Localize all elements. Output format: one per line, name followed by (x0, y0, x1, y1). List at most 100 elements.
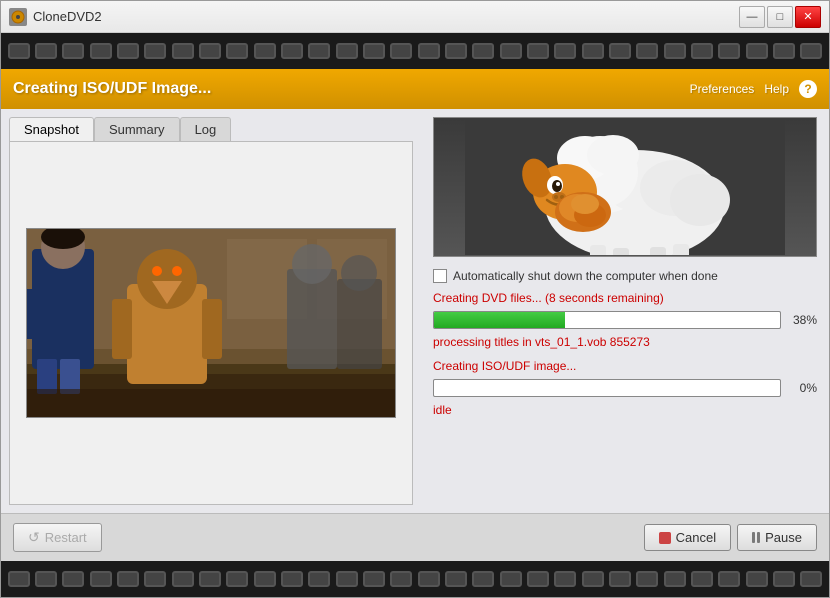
film-hole (609, 43, 631, 59)
film-hole (527, 571, 549, 587)
pause-label: Pause (765, 530, 802, 545)
task1-progress-row: 38% (433, 311, 817, 329)
film-hole (500, 571, 522, 587)
title-bar: CloneDVD2 — □ ✕ (1, 1, 829, 33)
film-hole (172, 43, 194, 59)
close-button[interactable]: ✕ (795, 6, 821, 28)
checkbox-row: Automatically shut down the computer whe… (433, 269, 817, 283)
scene-svg (27, 229, 396, 418)
pause-button[interactable]: Pause (737, 524, 817, 551)
film-strip-top (1, 33, 829, 69)
film-hole (144, 43, 166, 59)
tab-snapshot[interactable]: Snapshot (9, 117, 94, 141)
sheep-image-container (433, 117, 817, 257)
window-title: CloneDVD2 (33, 9, 102, 24)
film-hole (582, 571, 604, 587)
film-hole (144, 571, 166, 587)
film-hole (35, 43, 57, 59)
footer-right: Cancel Pause (644, 524, 817, 551)
right-panel: Automatically shut down the computer whe… (421, 109, 829, 513)
film-hole (8, 43, 30, 59)
film-hole (418, 571, 440, 587)
film-hole (363, 571, 385, 587)
help-link[interactable]: Help (764, 82, 789, 96)
minimize-button[interactable]: — (739, 6, 765, 28)
preferences-link[interactable]: Preferences (690, 82, 755, 96)
film-hole (199, 43, 221, 59)
task2-percent: 0% (787, 381, 817, 395)
film-hole (445, 571, 467, 587)
tab-log[interactable]: Log (180, 117, 232, 141)
film-hole (554, 571, 576, 587)
window-controls: — □ ✕ (739, 6, 821, 28)
maximize-button[interactable]: □ (767, 6, 793, 28)
film-hole (746, 571, 768, 587)
film-hole (226, 571, 248, 587)
film-hole (718, 571, 740, 587)
snapshot-image (26, 228, 396, 418)
shutdown-label: Automatically shut down the computer whe… (453, 269, 718, 283)
header-bar: Creating ISO/UDF Image... Preferences He… (1, 69, 829, 109)
film-hole (746, 43, 768, 59)
main-content: Snapshot Summary Log (1, 109, 829, 513)
task1-info: processing titles in vts_01_1.vob 855273 (433, 335, 817, 349)
film-hole (254, 43, 276, 59)
cancel-icon (659, 532, 671, 544)
restart-button[interactable]: ↺ Restart (13, 523, 102, 552)
header-title: Creating ISO/UDF Image... (13, 80, 211, 98)
pause-icon (752, 532, 760, 543)
cancel-button[interactable]: Cancel (644, 524, 731, 551)
left-panel: Snapshot Summary Log (1, 109, 421, 513)
restart-label: Restart (45, 530, 87, 545)
task1-label: Creating DVD files... (8 seconds remaini… (433, 291, 817, 305)
help-button[interactable]: ? (799, 80, 817, 98)
snapshot-area (10, 142, 412, 504)
film-hole (691, 571, 713, 587)
task2-label: Creating ISO/UDF image... (433, 359, 817, 373)
tab-bar: Snapshot Summary Log (9, 117, 413, 141)
film-hole (62, 571, 84, 587)
film-hole (226, 43, 248, 59)
film-holes-top (1, 43, 829, 59)
shutdown-checkbox[interactable] (433, 269, 447, 283)
film-hole (308, 43, 330, 59)
film-hole (664, 571, 686, 587)
film-hole (773, 43, 795, 59)
footer: ↺ Restart Cancel Pause (1, 513, 829, 561)
film-hole (35, 571, 57, 587)
task1-progress-bar-fill (434, 312, 565, 328)
film-hole (472, 43, 494, 59)
film-hole (254, 571, 276, 587)
film-hole (636, 43, 658, 59)
film-hole (390, 43, 412, 59)
cancel-label: Cancel (676, 530, 716, 545)
tab-summary[interactable]: Summary (94, 117, 180, 141)
status-text: idle (433, 403, 817, 417)
task1-progress-bar-bg (433, 311, 781, 329)
header-links: Preferences Help ? (690, 80, 817, 98)
film-hole (609, 571, 631, 587)
film-hole (418, 43, 440, 59)
film-hole (308, 571, 330, 587)
pause-bar-1 (752, 532, 755, 543)
film-hole (8, 571, 30, 587)
pause-bar-2 (757, 532, 760, 543)
film-hole (472, 571, 494, 587)
film-hole (336, 571, 358, 587)
film-hole (117, 571, 139, 587)
film-hole (664, 43, 686, 59)
film-hole (390, 571, 412, 587)
sheep-svg (465, 120, 785, 255)
film-hole (582, 43, 604, 59)
film-hole (363, 43, 385, 59)
film-hole (554, 43, 576, 59)
film-hole (500, 43, 522, 59)
film-hole (117, 43, 139, 59)
film-strip-bottom (1, 561, 829, 597)
film-hole (90, 571, 112, 587)
film-hole (800, 43, 822, 59)
main-window: CloneDVD2 — □ ✕ (0, 0, 830, 598)
film-hole (281, 43, 303, 59)
task2-progress-bar-bg (433, 379, 781, 397)
film-holes-bottom (1, 571, 829, 587)
